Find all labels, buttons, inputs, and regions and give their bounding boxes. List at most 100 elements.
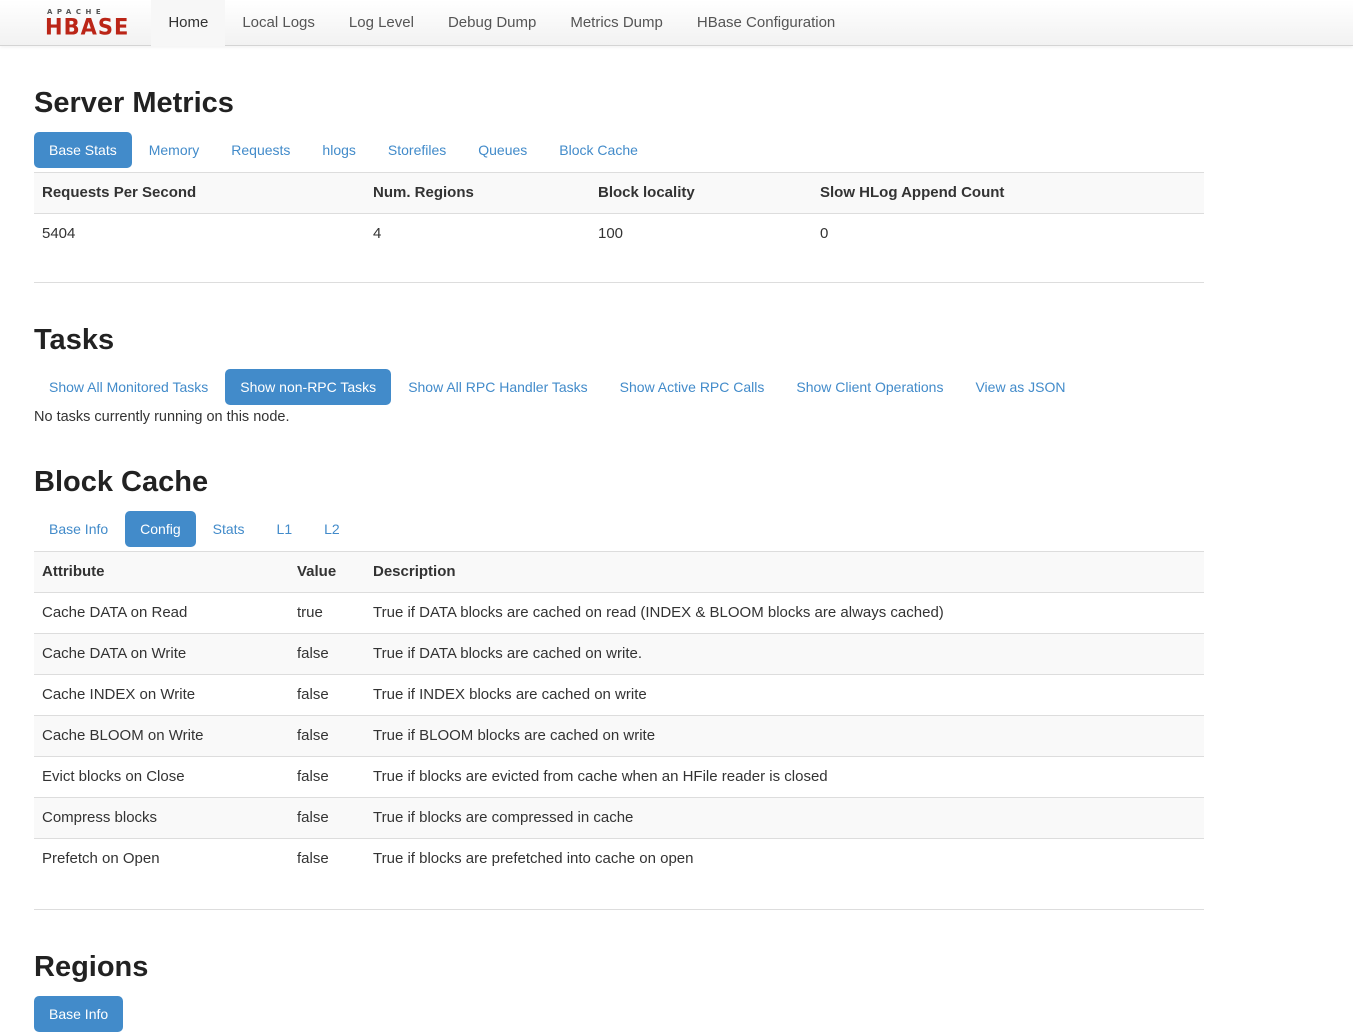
tab-show-all-monitored-tasks[interactable]: Show All Monitored Tasks	[34, 369, 223, 405]
table-row: Cache DATA on WritefalseTrue if DATA blo…	[34, 633, 1204, 674]
tasks-tabs: Show All Monitored TasksShow non-RPC Tas…	[34, 369, 1204, 405]
table-row: Prefetch on OpenfalseTrue if blocks are …	[34, 838, 1204, 879]
tab-item: Show non-RPC Tasks	[225, 369, 391, 405]
cell: True if INDEX blocks are cached on write	[365, 674, 1204, 715]
tab-memory[interactable]: Memory	[134, 132, 215, 168]
cell: Evict blocks on Close	[34, 756, 289, 797]
tab-config[interactable]: Config	[125, 511, 195, 547]
cell: 100	[590, 213, 812, 255]
tab-item: Storefiles	[373, 132, 461, 168]
cell: false	[289, 756, 365, 797]
column-header-slow-hlog-append-count: Slow HLog Append Count	[812, 172, 1204, 213]
nav-item-hbase-configuration[interactable]: HBase Configuration	[680, 0, 852, 46]
cell: True if BLOOM blocks are cached on write	[365, 715, 1204, 756]
column-header-value: Value	[289, 551, 365, 592]
tab-item: L1	[262, 511, 308, 547]
logo-hbase-text: HBASE	[45, 16, 129, 38]
tab-item: Show All Monitored Tasks	[34, 369, 223, 405]
tab-item: Show Active RPC Calls	[605, 369, 780, 405]
nav-item-item: Metrics Dump	[553, 0, 680, 45]
table-row: Compress blocksfalseTrue if blocks are c…	[34, 797, 1204, 838]
nav-item-local-logs[interactable]: Local Logs	[225, 0, 332, 46]
table-row: Cache BLOOM on WritefalseTrue if BLOOM b…	[34, 715, 1204, 756]
tab-requests[interactable]: Requests	[216, 132, 305, 168]
tab-hlogs[interactable]: hlogs	[307, 132, 370, 168]
nav-item-item: Debug Dump	[431, 0, 553, 45]
block-cache-section: Block Cache Base InfoConfigStatsL1L2 Att…	[34, 467, 1204, 910]
column-header-num-regions: Num. Regions	[365, 172, 590, 213]
table-row: Evict blocks on ClosefalseTrue if blocks…	[34, 756, 1204, 797]
hbase-logo[interactable]: APACHE HBASE	[0, 0, 151, 45]
cell: True if blocks are evicted from cache wh…	[365, 756, 1204, 797]
tab-base-info[interactable]: Base Info	[34, 996, 123, 1032]
nav-item-item: Home	[151, 0, 225, 45]
cell: Cache BLOOM on Write	[34, 715, 289, 756]
tab-item: Base Info	[34, 996, 123, 1032]
tab-item: hlogs	[307, 132, 370, 168]
nav-item-metrics-dump[interactable]: Metrics Dump	[553, 0, 680, 46]
server-metrics-title: Server Metrics	[34, 88, 1204, 120]
header-row: Requests Per SecondNum. RegionsBlock loc…	[34, 172, 1204, 213]
cell: false	[289, 797, 365, 838]
tab-item: Base Info	[34, 511, 123, 547]
tab-storefiles[interactable]: Storefiles	[373, 132, 461, 168]
tab-l2[interactable]: L2	[309, 511, 355, 547]
tasks-section: Tasks Show All Monitored TasksShow non-R…	[34, 325, 1204, 425]
tab-item: Show All RPC Handler Tasks	[393, 369, 602, 405]
tab-show-all-rpc-handler-tasks[interactable]: Show All RPC Handler Tasks	[393, 369, 602, 405]
nav-item-item: HBase Configuration	[680, 0, 852, 45]
tab-show-non-rpc-tasks[interactable]: Show non-RPC Tasks	[225, 369, 391, 405]
tab-item: Block Cache	[544, 132, 653, 168]
tab-base-stats[interactable]: Base Stats	[34, 132, 132, 168]
tab-item: Requests	[216, 132, 305, 168]
cell: Prefetch on Open	[34, 838, 289, 879]
tab-item: Base Stats	[34, 132, 132, 168]
tab-view-as-json[interactable]: View as JSON	[960, 369, 1080, 405]
tab-block-cache[interactable]: Block Cache	[544, 132, 653, 168]
server-metrics-section: Server Metrics Base StatsMemoryRequestsh…	[34, 88, 1204, 283]
block-cache-table: AttributeValueDescriptionCache DATA on R…	[34, 551, 1204, 879]
table-row: 540441000	[34, 213, 1204, 255]
nav-item-debug-dump[interactable]: Debug Dump	[431, 0, 553, 46]
column-header-attribute: Attribute	[34, 551, 289, 592]
cell: True if DATA blocks are cached on write.	[365, 633, 1204, 674]
tab-item: L2	[309, 511, 355, 547]
server-metrics-table-wrap: Requests Per SecondNum. RegionsBlock loc…	[34, 172, 1204, 283]
server-metrics-tabs: Base StatsMemoryRequestshlogsStorefilesQ…	[34, 132, 1204, 168]
server-metrics-table: Requests Per SecondNum. RegionsBlock loc…	[34, 172, 1204, 255]
tab-queues[interactable]: Queues	[463, 132, 542, 168]
tab-item: Queues	[463, 132, 542, 168]
block-cache-tabs: Base InfoConfigStatsL1L2	[34, 511, 1204, 547]
tab-item: Show Client Operations	[781, 369, 958, 405]
tab-item: Config	[125, 511, 195, 547]
navbar-menu: HomeLocal LogsLog LevelDebug DumpMetrics…	[151, 0, 852, 45]
cell: false	[289, 674, 365, 715]
tab-base-info[interactable]: Base Info	[34, 511, 123, 547]
tab-stats[interactable]: Stats	[198, 511, 260, 547]
tab-l1[interactable]: L1	[262, 511, 308, 547]
tab-item: Stats	[198, 511, 260, 547]
nav-item-home[interactable]: Home	[151, 0, 225, 46]
cell: True if blocks are compressed in cache	[365, 797, 1204, 838]
cell: true	[289, 592, 365, 633]
cell: Compress blocks	[34, 797, 289, 838]
tasks-empty-message: No tasks currently running on this node.	[34, 409, 1204, 425]
column-header-block-locality: Block locality	[590, 172, 812, 213]
column-header-requests-per-second: Requests Per Second	[34, 172, 365, 213]
tab-item: View as JSON	[960, 369, 1080, 405]
cell: false	[289, 633, 365, 674]
cell: 0	[812, 213, 1204, 255]
tab-show-active-rpc-calls[interactable]: Show Active RPC Calls	[605, 369, 780, 405]
nav-item-item: Local Logs	[225, 0, 332, 45]
tasks-title: Tasks	[34, 325, 1204, 357]
regions-section: Regions Base Info	[34, 952, 1204, 1032]
nav-item-log-level[interactable]: Log Level	[332, 0, 431, 46]
table-row: Cache INDEX on WritefalseTrue if INDEX b…	[34, 674, 1204, 715]
tab-item: Memory	[134, 132, 215, 168]
cell: false	[289, 838, 365, 879]
regions-title: Regions	[34, 952, 1204, 984]
block-cache-table-wrap: AttributeValueDescriptionCache DATA on R…	[34, 551, 1204, 910]
main-content: Server Metrics Base StatsMemoryRequestsh…	[34, 88, 1204, 1032]
cell: True if DATA blocks are cached on read (…	[365, 592, 1204, 633]
tab-show-client-operations[interactable]: Show Client Operations	[781, 369, 958, 405]
